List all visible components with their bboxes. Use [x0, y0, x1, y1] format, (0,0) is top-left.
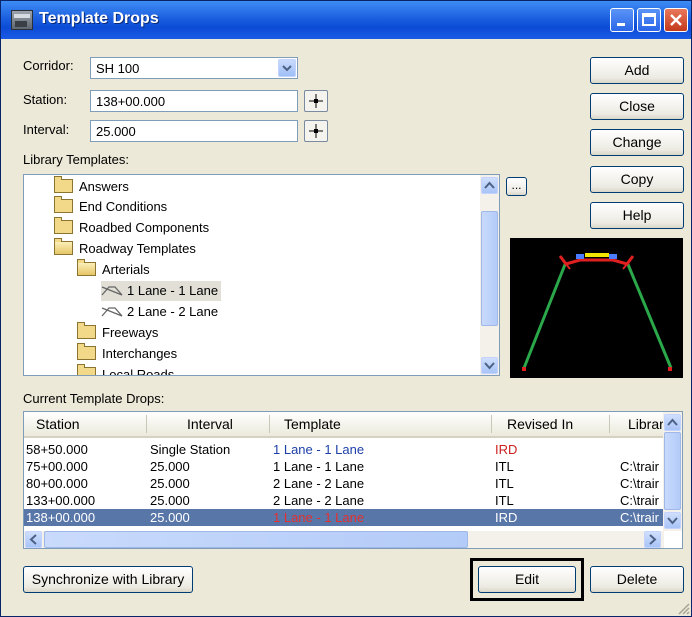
chevron-left-icon [29, 534, 37, 545]
table-row-selected[interactable]: 138+00.000 25.000 1 Lane - 1 Lane IRD C:… [24, 509, 664, 526]
corridor-value: SH 100 [96, 61, 140, 76]
tree-item-freeways[interactable]: Freeways [77, 322, 158, 343]
column-divider [609, 415, 610, 433]
help-button[interactable]: Help [590, 202, 684, 229]
tree-item-arterials[interactable]: Arterials [77, 259, 150, 280]
column-revised-in[interactable]: Revised In [507, 416, 573, 432]
edit-button[interactable]: Edit [478, 566, 576, 593]
maximize-button[interactable] [637, 8, 661, 32]
station-input[interactable]: 138+00.000 [90, 90, 298, 112]
chevron-right-icon [649, 534, 657, 545]
template-icon [101, 307, 123, 317]
open-folder-icon [77, 259, 96, 276]
scroll-up-button[interactable] [481, 177, 498, 194]
browse-library-button[interactable]: ... [506, 177, 527, 196]
folder-icon [54, 176, 73, 193]
template-drops-app-icon [11, 10, 33, 30]
crosshair-icon [309, 124, 323, 138]
column-template[interactable]: Template [284, 416, 341, 432]
template-drops-dialog: Template Drops Corridor: SH 100 Station:… [0, 0, 692, 617]
tree-item-roadbed-components[interactable]: Roadbed Components [54, 217, 209, 238]
corridor-label: Corridor: [23, 58, 74, 73]
folder-icon [77, 343, 96, 360]
folder-icon [54, 217, 73, 234]
table-row[interactable]: 80+00.000 25.000 2 Lane - 2 Lane ITL C:\… [24, 475, 664, 492]
interval-input[interactable]: 25.000 [90, 120, 298, 142]
current-drops-table[interactable]: Station Interval Template Revised In Lib… [23, 411, 683, 549]
chevron-down-icon [484, 362, 495, 370]
title-bar[interactable]: Template Drops [1, 1, 691, 39]
interval-label: Interval: [23, 122, 70, 137]
column-divider [146, 415, 147, 433]
delete-button[interactable]: Delete [590, 566, 684, 593]
library-templates-tree[interactable]: Answers End Conditions Roadbed Component… [23, 174, 500, 376]
station-locate-button[interactable] [304, 90, 328, 112]
column-interval[interactable]: Interval [187, 416, 233, 432]
window-title: Template Drops [39, 10, 159, 27]
column-library[interactable]: Librar [628, 416, 664, 432]
table-row[interactable]: 58+50.000 Single Station 1 Lane - 1 Lane… [24, 441, 664, 458]
folder-icon [77, 364, 96, 375]
table-vertical-scrollbar[interactable] [663, 412, 682, 531]
resize-grip-icon[interactable] [677, 602, 690, 615]
scroll-down-button[interactable] [664, 512, 681, 529]
open-folder-icon [54, 238, 73, 255]
corridor-dropdown[interactable]: SH 100 [90, 57, 298, 79]
table-horizontal-scrollbar[interactable] [24, 531, 664, 548]
tree-item-roadway-templates[interactable]: Roadway Templates [54, 238, 196, 259]
interval-locate-button[interactable] [304, 120, 328, 142]
close-window-button[interactable] [664, 8, 688, 32]
chevron-up-icon [667, 418, 678, 426]
station-label: Station: [23, 92, 68, 107]
scroll-down-button[interactable] [481, 357, 498, 374]
minimize-button[interactable] [610, 8, 634, 32]
scroll-thumb[interactable] [481, 211, 498, 326]
folder-icon [77, 322, 96, 339]
table-row[interactable]: 75+00.000 25.000 1 Lane - 1 Lane ITL C:\… [24, 458, 664, 475]
chevron-down-icon[interactable] [278, 59, 296, 77]
scroll-left-button[interactable] [25, 531, 42, 548]
close-button[interactable]: Close [590, 93, 684, 120]
template-icon [101, 286, 123, 296]
crosshair-icon [309, 94, 323, 108]
column-divider [269, 415, 270, 433]
change-button[interactable]: Change [590, 129, 684, 156]
scroll-thumb[interactable] [664, 432, 681, 510]
tree-item-interchanges[interactable]: Interchanges [77, 343, 177, 364]
tree-item-local-roads[interactable]: Local Roads [77, 364, 174, 375]
folder-icon [54, 196, 73, 213]
chevron-up-icon [484, 181, 495, 189]
column-divider [491, 415, 492, 433]
add-button[interactable]: Add [590, 57, 684, 84]
scroll-up-button[interactable] [664, 414, 681, 431]
tree-item-answers[interactable]: Answers [54, 176, 129, 197]
tree-vertical-scrollbar[interactable] [480, 175, 499, 375]
library-templates-label: Library Templates: [23, 152, 129, 167]
table-header: Station Interval Template Revised In Lib… [24, 412, 664, 438]
table-row[interactable]: 133+00.000 25.000 2 Lane - 2 Lane ITL C:… [24, 492, 664, 509]
chevron-down-icon [667, 517, 678, 525]
scroll-right-button[interactable] [644, 531, 661, 548]
tree-item-end-conditions[interactable]: End Conditions [54, 196, 167, 217]
current-drops-label: Current Template Drops: [23, 391, 165, 406]
column-station[interactable]: Station [36, 416, 80, 432]
scroll-thumb[interactable] [44, 531, 468, 548]
tree-item-2-lane-2-lane[interactable]: 2 Lane - 2 Lane [101, 302, 218, 322]
template-preview-drawing [522, 253, 673, 371]
synchronize-with-library-button[interactable]: Synchronize with Library [23, 566, 193, 593]
template-preview [510, 238, 683, 378]
tree-item-1-lane-1-lane[interactable]: 1 Lane - 1 Lane [101, 281, 222, 301]
copy-button[interactable]: Copy [590, 166, 684, 193]
